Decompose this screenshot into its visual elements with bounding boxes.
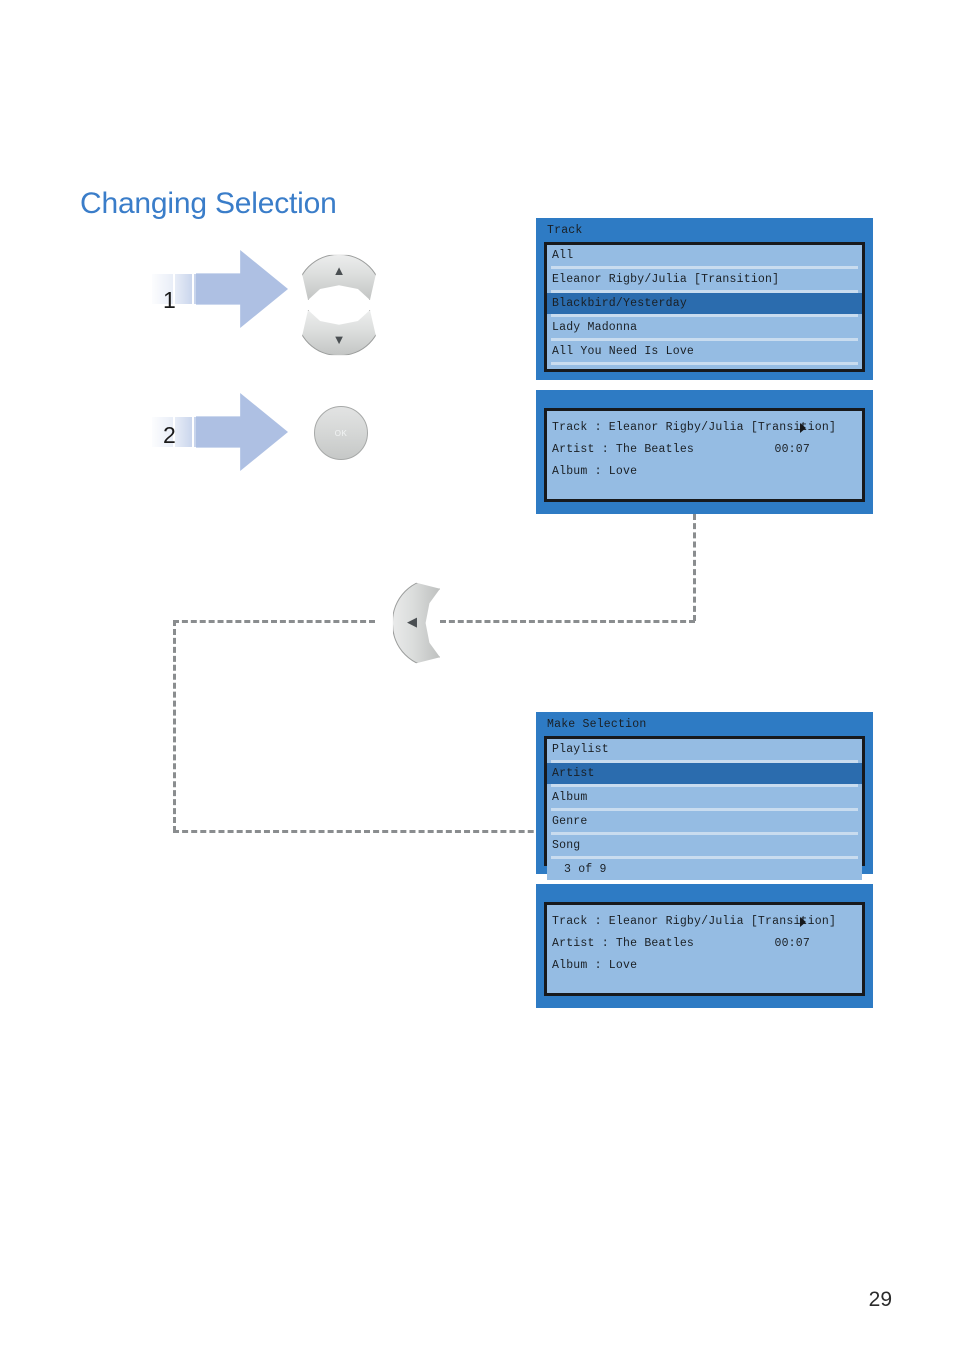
- screen-title: Make Selection: [547, 718, 647, 731]
- chevron-right-icon: [800, 917, 806, 927]
- connector-horizontal-right: [440, 620, 695, 623]
- up-triangle-icon: ▲: [332, 263, 346, 278]
- list-item[interactable]: Song: [547, 835, 862, 856]
- left-triangle-icon: ◀: [407, 614, 417, 629]
- elapsed-time: 00:07: [774, 443, 810, 456]
- album-info-row: Album : Love: [547, 955, 862, 977]
- list-item[interactable]: Lady Madonna: [547, 317, 862, 338]
- list-item[interactable]: All: [547, 245, 862, 266]
- list-item-label: Genre: [552, 815, 588, 828]
- list-item[interactable]: Album: [547, 787, 862, 808]
- list-item[interactable]: Genre: [547, 811, 862, 832]
- connector-horizontal-bottom: [173, 830, 561, 833]
- connector-vertical-right: [693, 514, 696, 621]
- list-item[interactable]: Playlist: [547, 739, 862, 760]
- list-item[interactable]: All You Need Is Love: [547, 341, 862, 362]
- album-info-label: Album : Love: [552, 465, 638, 478]
- screen-now-playing-top: Track : Eleanor Rigby/Julia [Transition]…: [536, 390, 873, 514]
- list-item-label: Song: [552, 839, 581, 852]
- track-info-label: Track : Eleanor Rigby/Julia [Transition]: [552, 915, 837, 928]
- artist-info-label: Artist : The Beatles: [552, 443, 695, 456]
- list-item-label: All You Need Is Love: [552, 345, 695, 358]
- list-item-label: Album: [552, 791, 588, 804]
- list-item-selected[interactable]: Blackbird/Yesterday: [547, 293, 862, 314]
- page-number: 29: [868, 1288, 892, 1311]
- album-info-label: Album : Love: [552, 959, 638, 972]
- list-position-label: 3 of 9: [564, 863, 607, 876]
- row-separator: [551, 362, 858, 365]
- step-number-1: 1: [163, 287, 176, 313]
- list-item-label: Lady Madonna: [552, 321, 638, 334]
- artist-info-row: Artist : The Beatles 00:07: [547, 933, 862, 955]
- selection-list: Playlist Artist Album Genre Song 3 of 9: [544, 736, 865, 880]
- track-info-label: Track : Eleanor Rigby/Julia [Transition]: [552, 421, 837, 434]
- track-list: All Eleanor Rigby/Julia [Transition] Bla…: [544, 242, 865, 372]
- ok-button-label: OK: [334, 428, 348, 438]
- up-arrow-button[interactable]: ▲: [297, 254, 381, 300]
- page-title: Changing Selection: [80, 187, 337, 220]
- down-triangle-icon: ▼: [332, 332, 346, 347]
- screen-make-selection: Make Selection Playlist Artist Album Gen…: [536, 712, 873, 880]
- now-playing-body: Track : Eleanor Rigby/Julia [Transition]…: [544, 408, 865, 502]
- arrow-head-icon: [196, 250, 288, 328]
- screen-now-playing-bottom: Track : Eleanor Rigby/Julia [Transition]…: [536, 884, 873, 1008]
- arrow-head-icon: [196, 393, 288, 471]
- list-item-selected[interactable]: Artist: [547, 763, 862, 784]
- ok-button[interactable]: OK: [314, 406, 368, 460]
- album-info-row: Album : Love: [547, 461, 862, 483]
- list-item-label: Artist: [552, 767, 595, 780]
- left-arrow-button[interactable]: ◀: [392, 579, 440, 667]
- connector-vertical-left: [173, 620, 176, 832]
- track-info-row: Track : Eleanor Rigby/Julia [Transition]: [547, 417, 862, 439]
- list-item-label: All: [552, 249, 574, 262]
- list-item[interactable]: Eleanor Rigby/Julia [Transition]: [547, 269, 862, 290]
- screen-title: Track: [547, 224, 583, 237]
- elapsed-time: 00:07: [774, 937, 810, 950]
- list-position-indicator: 3 of 9: [547, 859, 862, 880]
- artist-info-label: Artist : The Beatles: [552, 937, 695, 950]
- track-info-row: Track : Eleanor Rigby/Julia [Transition]: [547, 911, 862, 933]
- list-item-label: Eleanor Rigby/Julia [Transition]: [552, 273, 780, 286]
- artist-info-row: Artist : The Beatles 00:07: [547, 439, 862, 461]
- down-arrow-button[interactable]: ▼: [297, 310, 381, 356]
- now-playing-body: Track : Eleanor Rigby/Julia [Transition]…: [544, 902, 865, 996]
- list-item-label: Playlist: [552, 743, 609, 756]
- step-number-2: 2: [163, 422, 176, 448]
- list-item-label: Blackbird/Yesterday: [552, 297, 687, 310]
- screen-track-list: Track All Eleanor Rigby/Julia [Transitio…: [536, 218, 873, 380]
- connector-horizontal-left: [173, 620, 375, 623]
- chevron-right-icon: [800, 423, 806, 433]
